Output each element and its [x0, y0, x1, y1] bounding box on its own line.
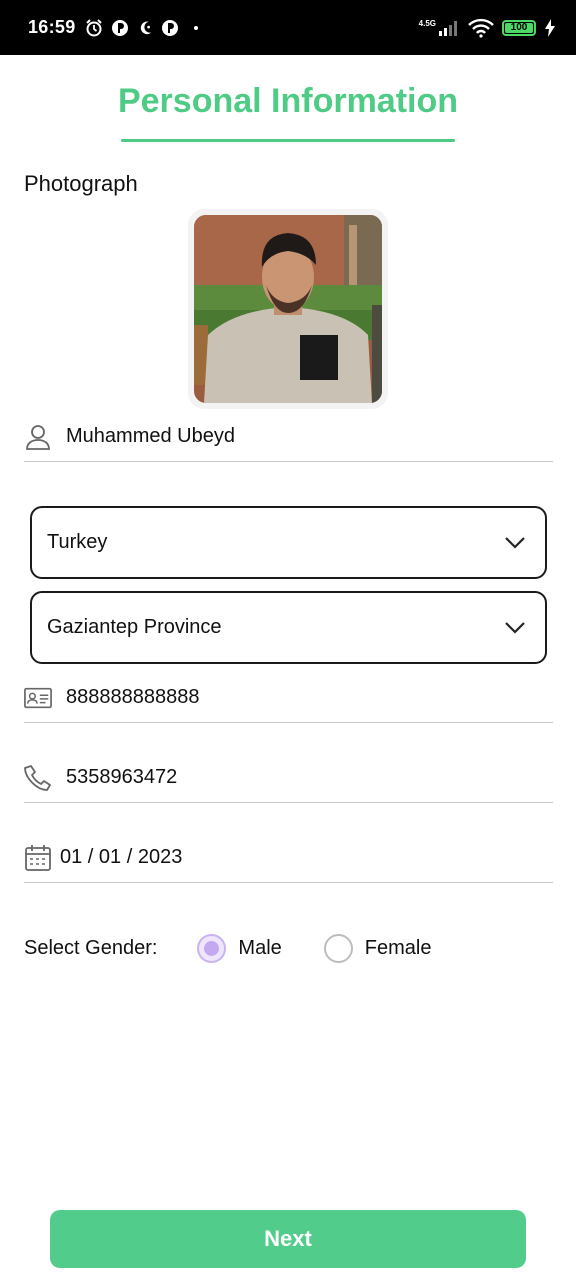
person-icon — [24, 423, 52, 451]
alarm-icon — [85, 18, 102, 36]
app-notification-icon — [161, 19, 178, 36]
male-label: Male — [238, 936, 282, 959]
status-bar: 16:59 4.5G 100 — [0, 0, 576, 55]
id-number-field[interactable]: 888888888888 — [24, 673, 553, 723]
photograph-label: Photograph — [24, 171, 138, 196]
female-label: Female — [364, 936, 432, 959]
charging-icon — [545, 18, 555, 37]
profile-photo-picker[interactable] — [188, 209, 388, 409]
gender-label: Select Gender: — [24, 936, 158, 959]
province-value: Gaziantep Province — [47, 616, 222, 638]
gender-option-female[interactable]: Female — [323, 933, 432, 963]
status-time: 16:59 — [28, 17, 76, 37]
system-icons: 4.5G 100 — [419, 18, 556, 38]
next-button[interactable]: Next — [50, 1210, 526, 1268]
battery-indicator: 100 — [502, 19, 536, 36]
title-underline — [121, 139, 455, 142]
signal-indicator: 4.5G — [418, 18, 460, 36]
birth-date-value: 01 / 01 / 2023 — [60, 846, 183, 868]
country-dropdown[interactable]: Turkey — [30, 506, 547, 579]
birth-date-field[interactable]: 01 / 01 / 2023 — [24, 833, 553, 883]
name-value: Muhammed Ubeyd — [66, 425, 235, 447]
app-notification-icon — [111, 19, 128, 36]
wifi-icon — [468, 18, 494, 38]
gender-option-male[interactable]: Male — [197, 933, 282, 963]
phone-field[interactable]: 5358963472 — [24, 753, 553, 803]
country-value: Turkey — [47, 531, 108, 553]
phone-icon — [24, 764, 52, 792]
radio-dot — [204, 940, 220, 956]
name-field[interactable]: Muhammed Ubeyd — [24, 412, 553, 462]
chevron-down-icon — [503, 616, 527, 640]
moon-icon — [140, 21, 151, 34]
phone-value: 5358963472 — [66, 766, 178, 788]
more-notifications-dot — [193, 25, 198, 30]
notification-icons — [84, 18, 198, 38]
id-number-value: 888888888888 — [66, 686, 200, 708]
radio-female[interactable] — [323, 933, 353, 963]
province-dropdown[interactable]: Gaziantep Province — [30, 591, 547, 664]
id-card-icon — [24, 684, 52, 712]
battery-level: 100 — [510, 22, 528, 33]
gender-selector: Select Gender: Male Female — [24, 930, 431, 966]
calendar-icon — [24, 844, 52, 872]
chevron-down-icon — [503, 531, 527, 555]
network-type: 4.5G — [418, 18, 436, 28]
profile-photo — [194, 215, 382, 403]
signal-icon — [439, 20, 457, 36]
radio-male[interactable] — [197, 933, 227, 963]
page-title: Personal Information — [117, 82, 459, 120]
